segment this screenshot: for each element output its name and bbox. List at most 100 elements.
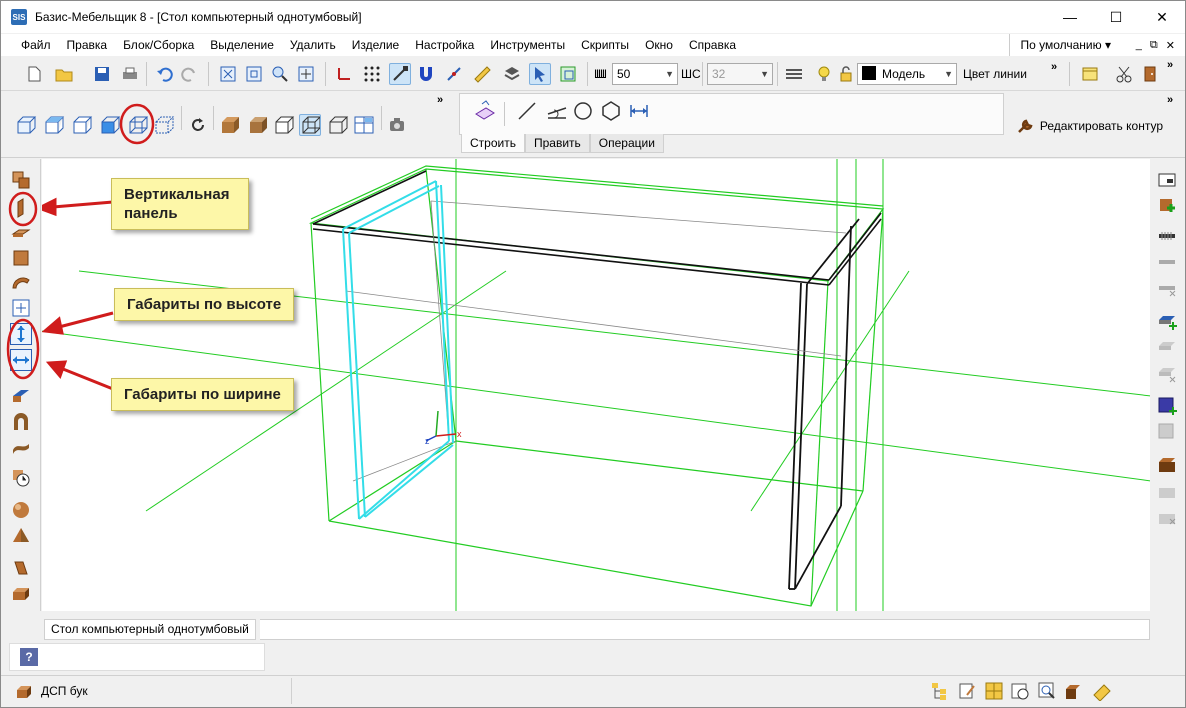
- menu-delete[interactable]: Удалить: [282, 34, 344, 56]
- zoom-icon[interactable]: [269, 63, 291, 85]
- scissors-icon[interactable]: [1113, 63, 1135, 85]
- maximize-button[interactable]: ☐: [1093, 1, 1139, 33]
- mdi-minimize-button[interactable]: _: [1136, 39, 1142, 51]
- mdi-restore-button[interactable]: ⧉: [1150, 39, 1158, 52]
- tree-icon[interactable]: [929, 680, 951, 702]
- line-color-label[interactable]: Цвет линии: [963, 67, 1027, 81]
- new-file-icon[interactable]: [23, 63, 45, 85]
- panel-dims-icon[interactable]: [10, 297, 32, 319]
- cabinet-add-icon[interactable]: [1156, 453, 1178, 475]
- split-view-icon[interactable]: [353, 114, 375, 136]
- toolbar-overflow-icon[interactable]: »: [1167, 59, 1173, 71]
- layers-icon[interactable]: [501, 63, 523, 85]
- cabinet-edit-icon[interactable]: [1156, 479, 1178, 501]
- pyramid-icon[interactable]: [10, 525, 32, 547]
- schedule-icon[interactable]: [1009, 680, 1031, 702]
- close-button[interactable]: ✕: [1139, 1, 1185, 33]
- draw-line-icon[interactable]: [516, 100, 538, 122]
- edge-band-icon[interactable]: [10, 385, 32, 407]
- fittings-add-icon[interactable]: [1156, 195, 1178, 217]
- document-tab[interactable]: Стол компьютерный однотумбовый: [44, 619, 256, 640]
- contour-overflow-icon[interactable]: »: [1167, 94, 1173, 106]
- view-top-icon[interactable]: [43, 114, 65, 136]
- view-toolbar-overflow-icon[interactable]: »: [437, 94, 443, 106]
- edit-contour-button[interactable]: Редактировать контур: [1016, 117, 1163, 135]
- redo-icon[interactable]: [179, 63, 201, 85]
- render-shaded-icon[interactable]: [247, 114, 269, 136]
- select-mode-icon[interactable]: [529, 63, 551, 85]
- preview-icon[interactable]: [1036, 680, 1058, 702]
- zoom-extents-icon[interactable]: [217, 63, 239, 85]
- menu-tools[interactable]: Инструменты: [482, 34, 573, 56]
- box-select-icon[interactable]: [557, 63, 579, 85]
- ortho-snap-icon[interactable]: [389, 63, 411, 85]
- drawer-add-icon[interactable]: [1156, 311, 1178, 333]
- bent-profile-icon[interactable]: [10, 435, 32, 457]
- render-hidden-icon[interactable]: [273, 114, 295, 136]
- grid-view-icon[interactable]: [983, 680, 1005, 702]
- menu-selection[interactable]: Выделение: [202, 34, 282, 56]
- minimize-button[interactable]: —: [1047, 1, 1093, 33]
- magnet-icon[interactable]: [415, 63, 437, 85]
- screw-edit-icon[interactable]: [1156, 251, 1178, 273]
- ruler-icon[interactable]: [471, 63, 493, 85]
- tab-modify[interactable]: Править: [524, 134, 590, 153]
- axes-icon[interactable]: [333, 63, 355, 85]
- bulb-icon[interactable]: [813, 63, 835, 85]
- zoom-window-icon[interactable]: [243, 63, 265, 85]
- dimension-icon[interactable]: [628, 100, 650, 122]
- undo-icon[interactable]: [153, 63, 175, 85]
- line-snap-icon[interactable]: [443, 63, 465, 85]
- render-outline-icon[interactable]: [327, 114, 349, 136]
- grid-snap-icon[interactable]: [361, 63, 383, 85]
- line-weight-icon[interactable]: [783, 63, 805, 85]
- render-textured-icon[interactable]: [219, 114, 241, 136]
- objects-icon[interactable]: [1063, 680, 1085, 702]
- tab-operations[interactable]: Операции: [589, 134, 664, 153]
- camera-icon[interactable]: [387, 114, 409, 136]
- mdi-close-button[interactable]: ✕: [1166, 39, 1175, 52]
- clock-panel-icon[interactable]: [10, 467, 32, 489]
- rotate-icon[interactable]: [187, 114, 209, 136]
- render-wireframe-icon[interactable]: [299, 114, 321, 136]
- detail-icon[interactable]: [10, 557, 32, 579]
- menu-window[interactable]: Окно: [637, 34, 681, 56]
- draw-polygon-icon[interactable]: [600, 100, 622, 122]
- profile-icon[interactable]: [10, 411, 32, 433]
- cabinet-delete-icon[interactable]: [1156, 505, 1178, 527]
- preset-selector[interactable]: По умолчанию ▾: [1009, 34, 1111, 56]
- screw-delete-icon[interactable]: [1156, 277, 1178, 299]
- door-icon[interactable]: [1139, 63, 1161, 85]
- save-icon[interactable]: [91, 63, 113, 85]
- notes-icon[interactable]: [956, 680, 978, 702]
- help-icon[interactable]: ?: [20, 648, 38, 666]
- lock-icon[interactable]: [835, 63, 857, 85]
- facade-add-icon[interactable]: [1156, 395, 1178, 417]
- pan-icon[interactable]: [295, 63, 317, 85]
- box-icon[interactable]: [10, 583, 32, 605]
- panel-group-icon[interactable]: [10, 169, 32, 191]
- print-icon[interactable]: [119, 63, 141, 85]
- open-folder-icon[interactable]: [53, 63, 75, 85]
- drawer-delete-icon[interactable]: [1156, 363, 1178, 385]
- properties-icon[interactable]: [1156, 169, 1178, 191]
- component-icon[interactable]: [1079, 63, 1101, 85]
- menu-product[interactable]: Изделие: [344, 34, 408, 56]
- menu-help[interactable]: Справка: [681, 34, 744, 56]
- menu-settings[interactable]: Настройка: [407, 34, 482, 56]
- step-combo[interactable]: 32 ▼: [707, 63, 773, 85]
- screw-icon[interactable]: [1156, 225, 1178, 247]
- toolbar-overflow-icon-2[interactable]: »: [1051, 61, 1057, 73]
- view-left-icon[interactable]: [71, 114, 93, 136]
- sphere-icon[interactable]: [10, 499, 32, 521]
- width-combo[interactable]: 50 ▼: [612, 63, 678, 85]
- drawer-edit-icon[interactable]: [1156, 337, 1178, 359]
- menu-block[interactable]: Блок/Сборка: [115, 34, 202, 56]
- menu-edit[interactable]: Правка: [59, 34, 116, 56]
- build-contour-icon[interactable]: [474, 100, 496, 122]
- menu-scripts[interactable]: Скрипты: [573, 34, 637, 56]
- draw-circle-icon[interactable]: [572, 100, 594, 122]
- frontal-panel-icon[interactable]: [10, 247, 32, 269]
- menu-file[interactable]: Файл: [1, 34, 59, 56]
- library-icon[interactable]: [1091, 680, 1113, 702]
